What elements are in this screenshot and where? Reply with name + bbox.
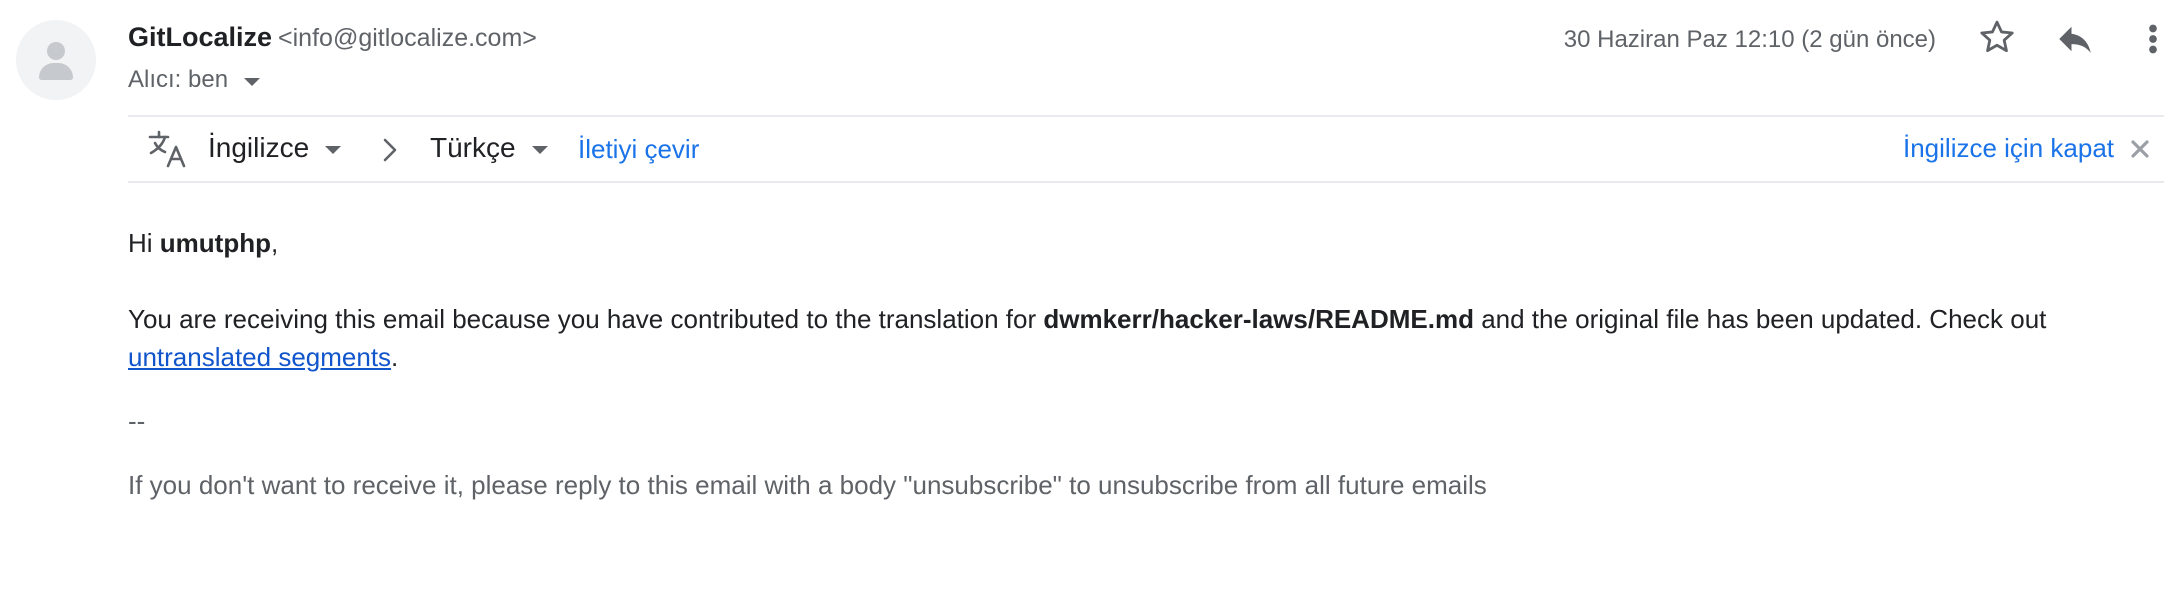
reply-icon [2059,26,2091,53]
source-language-label: İngilizce [208,132,310,163]
target-language-dropdown[interactable]: Türkçe [430,132,548,164]
footer-text: If you don't want to receive it, please … [128,470,1487,500]
source-language-caret-icon [325,145,342,154]
source-language-dropdown[interactable]: İngilizce [208,132,342,164]
body-text-before: You are receiving this email because you… [128,304,1044,334]
more-options-button[interactable] [2142,18,2164,60]
greeting-prefix: Hi [128,228,160,258]
target-language-caret-icon [531,145,548,154]
star-button[interactable] [1976,16,2018,58]
untranslated-segments-link[interactable]: untranslated segments [128,342,391,372]
greeting-suffix: , [270,228,279,258]
sender-line: GitLocalize <info@gitlocalize.com> [128,22,537,53]
avatar-head [47,42,65,60]
greeting: Hi umutphp, [128,224,2124,262]
translate-bar: İngilizce Türkçe İletiyi çevir İngilizce… [128,117,2164,181]
avatar[interactable] [16,20,96,100]
avatar-body [39,63,73,80]
more-vert-icon [2149,24,2157,54]
email-body: Hi umutphp, You are receiving this email… [128,224,2124,504]
translate-message-link[interactable]: İletiyi çevir [578,134,699,165]
star-icon [1980,20,2014,53]
body-paragraph: You are receiving this email because you… [128,300,2124,376]
turn-off-translation-link[interactable]: İngilizce için kapat [1903,133,2114,164]
repository-file-path: dwmkerr/hacker-laws/README.md [1043,304,1474,334]
email-date: 30 Haziran Paz 12:10 (2 gün önce) [1563,26,1936,53]
target-language-label: Türkçe [430,132,516,163]
translate-bar-divider [128,181,2164,183]
chevron-right-icon [383,138,397,162]
reply-button[interactable] [2054,18,2096,60]
recipient-label: Alıcı: ben [128,66,229,93]
sender-email: <info@gitlocalize.com> [278,24,537,52]
body-text-after: and the original file has been updated. … [1473,304,2047,334]
close-translate-bar-button[interactable] [2130,139,2150,159]
signature-separator: -- [128,406,146,436]
close-icon [2131,140,2149,158]
translate-icon [148,130,186,168]
body-text-end: . [391,342,399,372]
greeting-name: umutphp [159,228,271,258]
recipient-details[interactable]: Alıcı: ben [128,66,261,94]
sender-name[interactable]: GitLocalize [128,22,272,52]
caret-down-icon[interactable] [244,77,261,86]
